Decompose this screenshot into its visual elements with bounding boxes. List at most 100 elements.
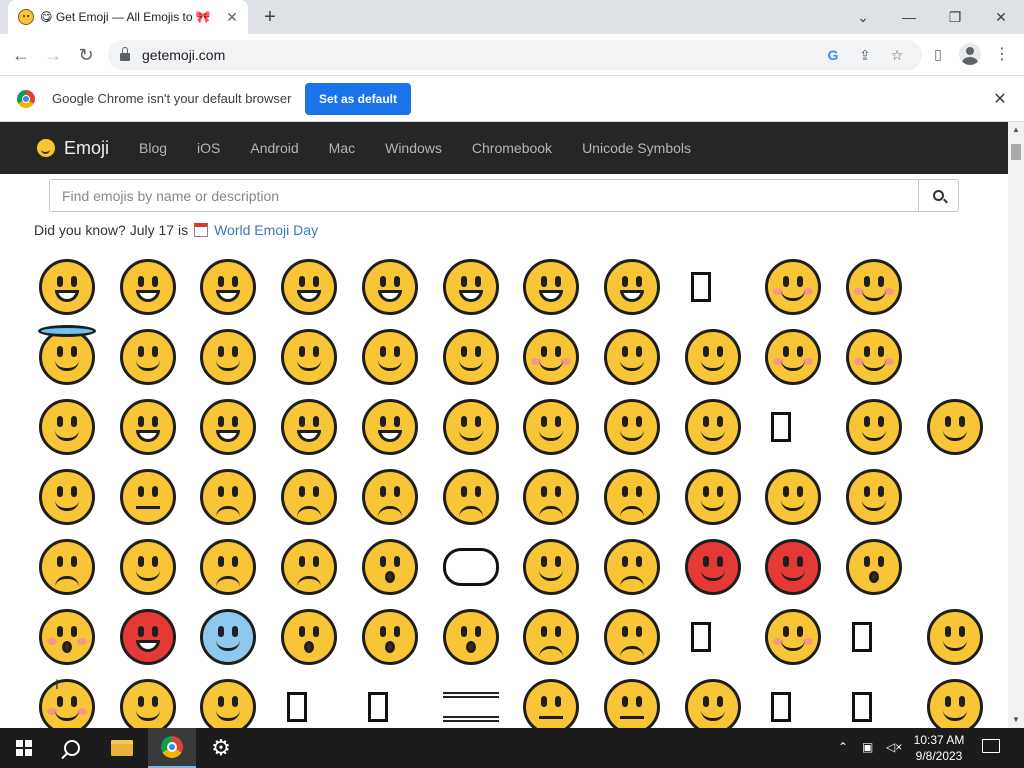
- profile-button[interactable]: [958, 42, 982, 66]
- emoji-face[interactable]: [362, 609, 418, 665]
- tab-search-chevron-icon[interactable]: ⌄: [840, 0, 886, 34]
- emoji-face[interactable]: [927, 609, 983, 665]
- scroll-up-arrow-icon[interactable]: ▲: [1008, 122, 1024, 138]
- share-icon[interactable]: ⇪: [856, 47, 874, 64]
- emoji-face[interactable]: [523, 259, 579, 315]
- tray-chevron-icon[interactable]: ⌃: [838, 740, 848, 754]
- tab-close-icon[interactable]: ✕: [224, 9, 240, 26]
- emoji-face[interactable]: [927, 399, 983, 455]
- start-button[interactable]: [0, 728, 48, 768]
- nav-unicode-symbols[interactable]: Unicode Symbols: [582, 140, 691, 156]
- emoji-face[interactable]: [523, 399, 579, 455]
- emoji-face[interactable]: [443, 259, 499, 315]
- emoji-face[interactable]: [281, 609, 337, 665]
- site-brand[interactable]: Emoji: [36, 138, 109, 159]
- emoji-unsupported-glyph[interactable]: [771, 692, 791, 722]
- lock-icon[interactable]: [120, 47, 130, 61]
- emoji-face[interactable]: [39, 259, 95, 315]
- nav-windows[interactable]: Windows: [385, 140, 442, 156]
- emoji-face[interactable]: [39, 679, 95, 728]
- restore-button[interactable]: ❐: [932, 0, 978, 34]
- emoji-dash-symbol[interactable]: [443, 548, 499, 586]
- nav-chromebook[interactable]: Chromebook: [472, 140, 552, 156]
- emoji-face[interactable]: [281, 469, 337, 525]
- emoji-face[interactable]: [39, 399, 95, 455]
- emoji-face[interactable]: [200, 469, 256, 525]
- emoji-face[interactable]: [604, 539, 660, 595]
- taskbar-clock[interactable]: 10:37 AM 9/8/2023: [906, 732, 972, 764]
- emoji-face[interactable]: [846, 469, 902, 525]
- chrome-taskbar-button[interactable]: [148, 728, 196, 768]
- emoji-face[interactable]: [120, 259, 176, 315]
- forward-button[interactable]: →: [40, 42, 66, 68]
- file-explorer-button[interactable]: [98, 728, 146, 768]
- address-bar[interactable]: getemoji.com G ⇪ ☆: [108, 40, 922, 70]
- emoji-face[interactable]: [685, 539, 741, 595]
- emoji-face[interactable]: [765, 329, 821, 385]
- scroll-down-arrow-icon[interactable]: ▼: [1008, 712, 1024, 728]
- taskbar-search-button[interactable]: [48, 728, 96, 768]
- emoji-face[interactable]: [362, 259, 418, 315]
- emoji-unsupported-glyph[interactable]: [691, 272, 711, 302]
- emoji-face[interactable]: [685, 679, 741, 728]
- emoji-face[interactable]: [443, 469, 499, 525]
- volume-muted-icon[interactable]: ◁×: [886, 740, 902, 754]
- emoji-face[interactable]: [765, 609, 821, 665]
- new-tab-button[interactable]: +: [258, 6, 282, 29]
- emoji-face[interactable]: [765, 539, 821, 595]
- emoji-face[interactable]: [765, 259, 821, 315]
- close-infobar-icon[interactable]: ✕: [990, 89, 1010, 109]
- world-emoji-day-link[interactable]: World Emoji Day: [214, 222, 318, 238]
- emoji-face[interactable]: [281, 539, 337, 595]
- emoji-face[interactable]: [685, 469, 741, 525]
- emoji-face[interactable]: [200, 259, 256, 315]
- emoji-face[interactable]: [120, 539, 176, 595]
- emoji-face[interactable]: [200, 679, 256, 728]
- emoji-face[interactable]: [846, 329, 902, 385]
- emoji-face[interactable]: [443, 329, 499, 385]
- close-window-button[interactable]: ✕: [978, 0, 1024, 34]
- emoji-face[interactable]: [523, 329, 579, 385]
- emoji-face[interactable]: [846, 539, 902, 595]
- menu-kebab-icon[interactable]: ⋮: [990, 42, 1014, 66]
- google-lens-icon[interactable]: G: [824, 47, 842, 63]
- emoji-face[interactable]: [200, 329, 256, 385]
- notification-center-icon[interactable]: [982, 739, 1000, 753]
- emoji-face[interactable]: [120, 399, 176, 455]
- emoji-face[interactable]: [927, 679, 983, 728]
- emoji-unsupported-glyph[interactable]: [852, 622, 872, 652]
- emoji-face[interactable]: [281, 259, 337, 315]
- emoji-face[interactable]: [39, 609, 95, 665]
- reload-button[interactable]: ↻: [73, 42, 99, 68]
- emoji-face[interactable]: [846, 259, 902, 315]
- emoji-face[interactable]: [362, 539, 418, 595]
- emoji-face[interactable]: [362, 329, 418, 385]
- emoji-face[interactable]: [39, 539, 95, 595]
- emoji-face[interactable]: [846, 399, 902, 455]
- emoji-face[interactable]: [604, 329, 660, 385]
- emoji-search-input[interactable]: [50, 180, 918, 211]
- emoji-unsupported-glyph[interactable]: [368, 692, 388, 722]
- scroll-thumb[interactable]: [1011, 144, 1021, 160]
- emoji-face[interactable]: [604, 679, 660, 728]
- emoji-face[interactable]: [443, 609, 499, 665]
- side-panel-icon[interactable]: ▯: [926, 42, 950, 66]
- nav-android[interactable]: Android: [250, 140, 298, 156]
- emoji-fog[interactable]: [443, 692, 499, 722]
- emoji-face[interactable]: [604, 609, 660, 665]
- search-button[interactable]: [918, 180, 958, 211]
- emoji-face[interactable]: [685, 399, 741, 455]
- emoji-face[interactable]: [523, 679, 579, 728]
- emoji-face[interactable]: [120, 609, 176, 665]
- minimize-button[interactable]: —: [886, 0, 932, 34]
- emoji-face[interactable]: [443, 399, 499, 455]
- emoji-face[interactable]: [604, 469, 660, 525]
- emoji-face[interactable]: [281, 329, 337, 385]
- emoji-face[interactable]: [200, 609, 256, 665]
- emoji-face[interactable]: [39, 469, 95, 525]
- url-text[interactable]: getemoji.com: [142, 47, 225, 63]
- emoji-face[interactable]: [604, 399, 660, 455]
- emoji-face[interactable]: [604, 259, 660, 315]
- emoji-unsupported-glyph[interactable]: [691, 622, 711, 652]
- emoji-face[interactable]: [120, 329, 176, 385]
